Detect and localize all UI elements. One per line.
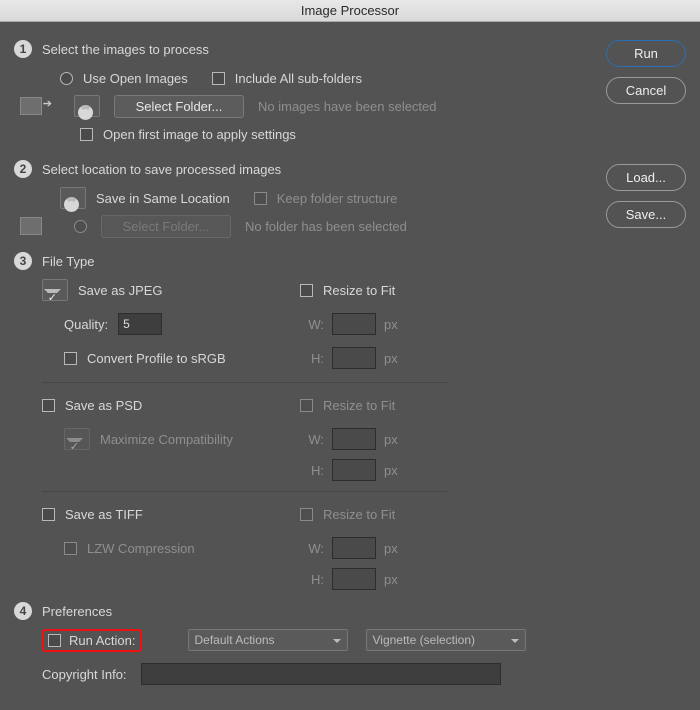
sec4-title: Preferences (42, 604, 112, 619)
psd-resize-checkbox (300, 399, 313, 412)
step-2-badge: 2 (14, 160, 32, 178)
sec1-status: No images have been selected (258, 99, 437, 114)
lzw-label: LZW Compression (87, 541, 195, 556)
open-first-checkbox[interactable] (80, 128, 93, 141)
include-sub-label: Include All sub-folders (235, 71, 362, 86)
folder-out-icon (20, 217, 42, 235)
maxcompat-label: Maximize Compatibility (100, 432, 233, 447)
cancel-button[interactable]: Cancel (606, 77, 686, 104)
step-3-badge: 3 (14, 252, 32, 270)
same-location-label: Save in Same Location (96, 191, 230, 206)
jpeg-w-px: px (384, 317, 398, 332)
step-1-badge: 1 (14, 40, 32, 58)
save-tiff-checkbox[interactable] (42, 508, 55, 521)
open-first-label: Open first image to apply settings (103, 127, 296, 142)
sec2-title: Select location to save processed images (42, 162, 281, 177)
psd-resize-label: Resize to Fit (323, 398, 395, 413)
tiff-h-input (332, 568, 376, 590)
tiff-w-px: px (384, 541, 398, 556)
window-title: Image Processor (0, 0, 700, 22)
action-name-select[interactable]: Vignette (selection) (366, 629, 526, 651)
quality-label: Quality: (64, 317, 108, 332)
jpeg-resize-checkbox[interactable] (300, 284, 313, 297)
psd-w-input (332, 428, 376, 450)
run-action-label: Run Action: (69, 633, 136, 648)
folder-in-icon (20, 97, 42, 115)
psd-h-label: H: (300, 463, 324, 478)
copyright-label: Copyright Info: (42, 667, 127, 682)
psd-w-label: W: (300, 432, 324, 447)
tiff-h-px: px (384, 572, 398, 587)
select-folder-radio[interactable] (74, 95, 100, 117)
sec3-title: File Type (42, 254, 95, 269)
copyright-input[interactable] (141, 663, 501, 685)
jpeg-resize-label: Resize to Fit (323, 283, 395, 298)
use-open-images-label: Use Open Images (83, 71, 188, 86)
save-tiff-label: Save as TIFF (65, 507, 143, 522)
divider (42, 382, 447, 383)
psd-h-px: px (384, 463, 398, 478)
divider (42, 491, 447, 492)
sec2-status: No folder has been selected (245, 219, 407, 234)
quality-input[interactable] (118, 313, 162, 335)
psd-h-input (332, 459, 376, 481)
run-button[interactable]: Run (606, 40, 686, 67)
maxcompat-checkbox (64, 428, 90, 450)
select-folder-button-2: Select Folder... (101, 215, 231, 238)
include-sub-checkbox[interactable] (212, 72, 225, 85)
select-folder-button-1[interactable]: Select Folder... (114, 95, 244, 118)
use-open-images-radio[interactable] (60, 72, 73, 85)
jpeg-h-label: H: (300, 351, 324, 366)
srgb-checkbox[interactable] (64, 352, 77, 365)
save-psd-checkbox[interactable] (42, 399, 55, 412)
step-4-badge: 4 (14, 602, 32, 620)
run-action-highlight: Run Action: (42, 629, 142, 652)
jpeg-h-input (332, 347, 376, 369)
save-jpeg-label: Save as JPEG (78, 283, 163, 298)
tiff-w-input (332, 537, 376, 559)
save-button[interactable]: Save... (606, 201, 686, 228)
lzw-checkbox (64, 542, 77, 555)
keep-structure-label: Keep folder structure (277, 191, 398, 206)
jpeg-h-px: px (384, 351, 398, 366)
tiff-resize-checkbox (300, 508, 313, 521)
tiff-w-label: W: (300, 541, 324, 556)
save-select-folder-radio[interactable] (74, 220, 87, 233)
psd-w-px: px (384, 432, 398, 447)
jpeg-w-input (332, 313, 376, 335)
save-jpeg-checkbox[interactable] (42, 279, 68, 301)
jpeg-w-label: W: (300, 317, 324, 332)
tiff-h-label: H: (300, 572, 324, 587)
srgb-label: Convert Profile to sRGB (87, 351, 226, 366)
run-action-checkbox[interactable] (48, 634, 61, 647)
sec1-title: Select the images to process (42, 42, 209, 57)
save-psd-label: Save as PSD (65, 398, 142, 413)
keep-structure-checkbox (254, 192, 267, 205)
action-set-select[interactable]: Default Actions (188, 629, 348, 651)
same-location-radio[interactable] (60, 187, 86, 209)
load-button[interactable]: Load... (606, 164, 686, 191)
tiff-resize-label: Resize to Fit (323, 507, 395, 522)
